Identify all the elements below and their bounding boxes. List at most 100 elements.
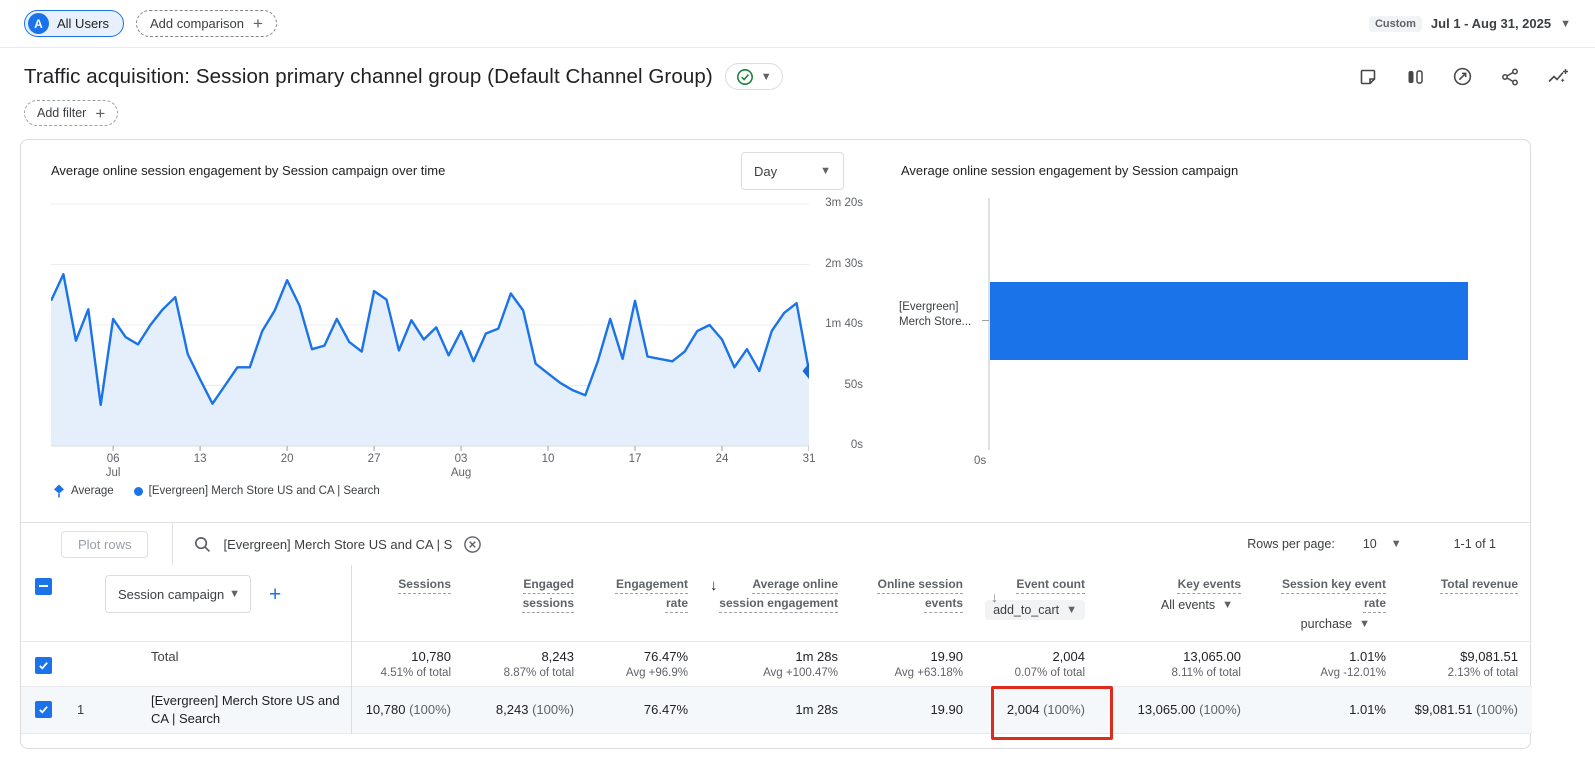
plus-icon: + [252,14,263,33]
share-icon[interactable] [1500,67,1520,87]
col-header-key-events[interactable]: Key events All events ▼ [1107,565,1263,641]
y-axis-tick-label: 1m 40s [825,318,863,330]
all-users-label: All Users [57,16,110,31]
y-axis-tick-label: 0s [850,439,863,451]
chevron-down-icon: ▼ [1359,618,1370,630]
chevron-down-icon: ▼ [1560,17,1571,30]
x-axis-tick-label: 24 [715,453,729,465]
legend-item-average: Average [53,484,114,498]
col-header-total-revenue[interactable]: Total revenue [1408,565,1532,641]
select-all-checkbox[interactable] [35,577,52,595]
x-axis-tick-label: 17 [628,453,642,465]
table-row[interactable]: 1 [Evergreen] Merch Store US and CA | Se… [21,685,1532,740]
col-header-online-session-events[interactable]: Online session events [860,565,985,641]
bar-chart-title: Average online session engagement by Ses… [901,163,1239,178]
data-quality-badge[interactable]: ▼ [724,63,783,90]
page-title: Traffic acquisition: Session primary cha… [24,64,713,88]
campaign-name: [Evergreen] Merch Store US and CA | Sear… [95,686,352,733]
legend-label: [Evergreen] Merch Store US and CA | Sear… [148,485,380,497]
add-filter-button[interactable]: Add filter + [24,100,119,126]
metrics-table: Session campaign ▼ + Sessions Engaged se… [21,565,1532,740]
report-header: Traffic acquisition: Session primary cha… [0,48,1595,90]
dimension-select[interactable]: Session campaign ▼ [105,575,251,613]
x-axis-tick-label: 31 [802,453,816,465]
report-actions [1358,66,1569,87]
search-input[interactable]: [Evergreen] Merch Store US and CA | S [223,537,452,552]
y-axis-tick-label: 50s [844,378,863,391]
plot-rows-button[interactable]: Plot rows [61,530,149,558]
add-comparison-label: Add comparison [150,16,244,31]
x-axis-tick-label: 13 [193,453,207,465]
bar-category-label: [Evergreen] Merch Store... [899,301,972,328]
clear-search-icon[interactable] [463,535,482,554]
chevron-down-icon: ▼ [1390,538,1402,550]
event-count-selector[interactable]: add_to_cart ▼ [985,600,1085,620]
rows-per-page-select[interactable]: 10 ▼ [1363,537,1402,551]
col-header-event-count[interactable]: ↓ Event count add_to_cart ▼ [985,565,1107,641]
charts-area: Average online session engagement by Ses… [21,140,1530,522]
add-column-button[interactable]: + [269,584,281,605]
date-range-text: Jul 1 - Aug 31, 2025 [1430,16,1552,31]
granularity-select[interactable]: Day ▼ [741,152,844,190]
timeseries-line-chart [51,203,809,451]
key-events-selector[interactable]: All events ▼ [1161,598,1233,612]
custom-badge: Custom [1368,15,1422,32]
chevron-down-icon: ▼ [1066,604,1077,616]
col-header-engaged-sessions[interactable]: Engaged sessions [473,565,596,641]
add-comparison-button[interactable]: Add comparison + [136,10,277,37]
chevron-down-icon: ▼ [1222,599,1233,611]
x-axis-tick-label: 27 [367,453,381,465]
insights-circle-icon[interactable] [1452,66,1473,87]
all-users-avatar: A [28,13,49,34]
filter-bar: Add filter + [0,90,1595,126]
row-number: 1 [77,702,85,717]
pagination-range: 1-1 of 1 [1453,537,1496,551]
pagination-controls: Rows per page: 10 ▼ 1-1 of 1 [1247,537,1496,551]
y-axis-tick-label: 3m 20s [825,197,863,209]
timeseries-y-axis: 3m 20s 2m 30s 1m 40s 50s 0s [815,197,863,456]
bar-axis-tick [982,320,989,321]
bar-chart-plot [982,198,1469,450]
toolbar-divider [172,523,174,565]
y-axis-tick-label: 2m 30s [825,257,863,270]
bar-zero-label: 0s [974,455,987,467]
series-dot-icon [133,486,143,496]
report-card: Average online session engagement by Ses… [20,139,1532,749]
total-label: Total [95,641,352,686]
rows-per-page-label: Rows per page: [1247,537,1335,551]
sparkline-insights-icon[interactable] [1547,67,1569,87]
x-axis-tick-label: 10 [541,453,555,465]
x-axis-tick-label: 03 Aug [450,453,472,479]
row-checkbox[interactable] [35,700,52,718]
check-circle-icon [736,68,753,85]
event-count-cell: 2,004 (100%) [985,685,1113,740]
note-icon[interactable] [1358,67,1378,87]
date-range-picker[interactable]: Custom Jul 1 - Aug 31, 2025 ▼ [1368,15,1571,32]
legend-item-campaign: [Evergreen] Merch Store US and CA | Sear… [133,485,380,497]
sort-icon[interactable]: ↓ [991,589,998,605]
sort-descending-icon[interactable]: ↓ [710,577,718,594]
col-header-engagement-rate[interactable]: Engagement rate [596,565,710,641]
comparison-bar: A All Users Add comparison + Custom Jul … [0,0,1595,48]
key-event-rate-selector[interactable]: purchase ▼ [1301,617,1370,631]
totals-row: Total 10,780 4.51% of total 8,243 8.87% of… [21,641,1532,686]
chevron-down-icon: ▼ [820,165,831,177]
col-header-session-key-event-rate[interactable]: Session key event rate purchase ▼ [1263,565,1408,641]
campaign-bar[interactable] [990,282,1468,360]
col-header-avg-online-session-engagement[interactable]: ↓ Average online session engagement [710,565,860,641]
x-axis-tick-label: 20 [280,453,294,465]
table-toolbar: Plot rows [Evergreen] Merch Store US and… [21,523,1530,565]
all-users-chip[interactable]: A All Users [24,10,125,37]
timeseries-chart-title: Average online session engagement by Ses… [51,163,446,178]
table-header-row: Session campaign ▼ + Sessions Engaged se… [21,565,1532,641]
legend-label: Average [71,485,114,497]
row-checkbox[interactable] [35,656,52,674]
plus-icon: + [95,103,106,123]
granularity-value: Day [754,163,778,179]
x-axis-tick-label: 06 Jul [105,453,121,479]
chart-legend: Average [Evergreen] Merch Store US and C… [53,484,380,498]
ab-compare-icon[interactable] [1405,67,1425,87]
add-filter-label: Add filter [37,106,87,120]
col-header-sessions[interactable]: Sessions [351,565,473,641]
table-search[interactable]: [Evergreen] Merch Store US and CA | S [193,535,482,554]
